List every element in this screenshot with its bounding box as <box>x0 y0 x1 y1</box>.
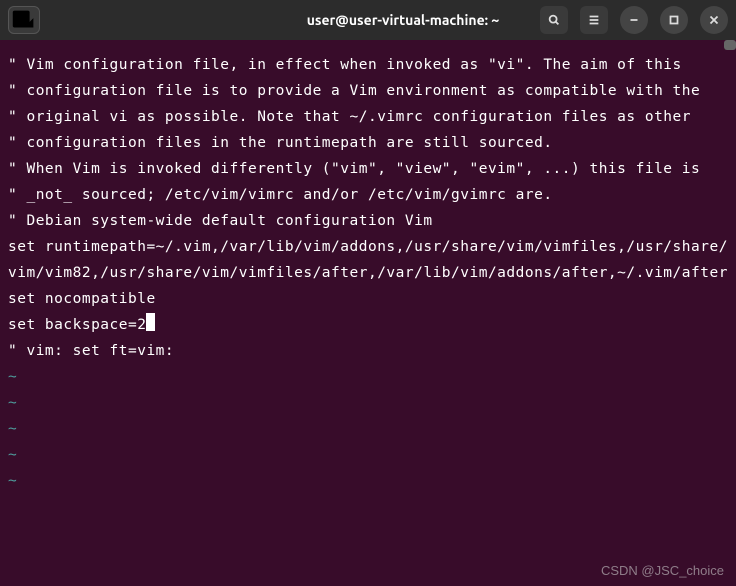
tilde-line: ~ <box>8 390 728 416</box>
titlebar: user@user-virtual-machine: ~ <box>0 0 736 40</box>
scrollbar[interactable] <box>724 40 736 50</box>
terminal-line: set nocompatible <box>8 286 728 312</box>
terminal-line: set backspace=2 <box>8 312 728 338</box>
maximize-icon <box>667 13 681 27</box>
tilde-line: ~ <box>8 416 728 442</box>
minimize-icon <box>627 13 641 27</box>
maximize-button[interactable] <box>660 6 688 34</box>
tilde-line: ~ <box>8 442 728 468</box>
titlebar-left <box>8 6 266 34</box>
cursor <box>146 313 155 331</box>
new-tab-icon <box>9 5 39 35</box>
terminal-line: " When Vim is invoked differently ("vim"… <box>8 156 728 182</box>
tilde-line: ~ <box>8 364 728 390</box>
terminal-line: set runtimepath=~/.vim,/var/lib/vim/addo… <box>8 234 728 286</box>
terminal-line: " original vi as possible. Note that ~/.… <box>8 104 728 130</box>
titlebar-right <box>540 6 728 34</box>
tilde-line: ~ <box>8 468 728 494</box>
terminal-line: " configuration file is to provide a Vim… <box>8 78 728 104</box>
close-button[interactable] <box>700 6 728 34</box>
new-tab-button[interactable] <box>8 6 40 34</box>
search-icon <box>547 13 561 27</box>
terminal-line: " Vim configuration file, in effect when… <box>8 52 728 78</box>
minimize-button[interactable] <box>620 6 648 34</box>
watermark: CSDN @JSC_choice <box>601 563 724 578</box>
terminal-line: " vim: set ft=vim: <box>8 338 728 364</box>
terminal-line: " Debian system-wide default configurati… <box>8 208 728 234</box>
window-title: user@user-virtual-machine: ~ <box>274 12 532 28</box>
terminal-line: " _not_ sourced; /etc/vim/vimrc and/or /… <box>8 182 728 208</box>
search-button[interactable] <box>540 6 568 34</box>
close-icon <box>707 13 721 27</box>
terminal-line: " configuration files in the runtimepath… <box>8 130 728 156</box>
terminal-content[interactable]: " Vim configuration file, in effect when… <box>0 40 736 502</box>
hamburger-icon <box>587 13 601 27</box>
menu-button[interactable] <box>580 6 608 34</box>
